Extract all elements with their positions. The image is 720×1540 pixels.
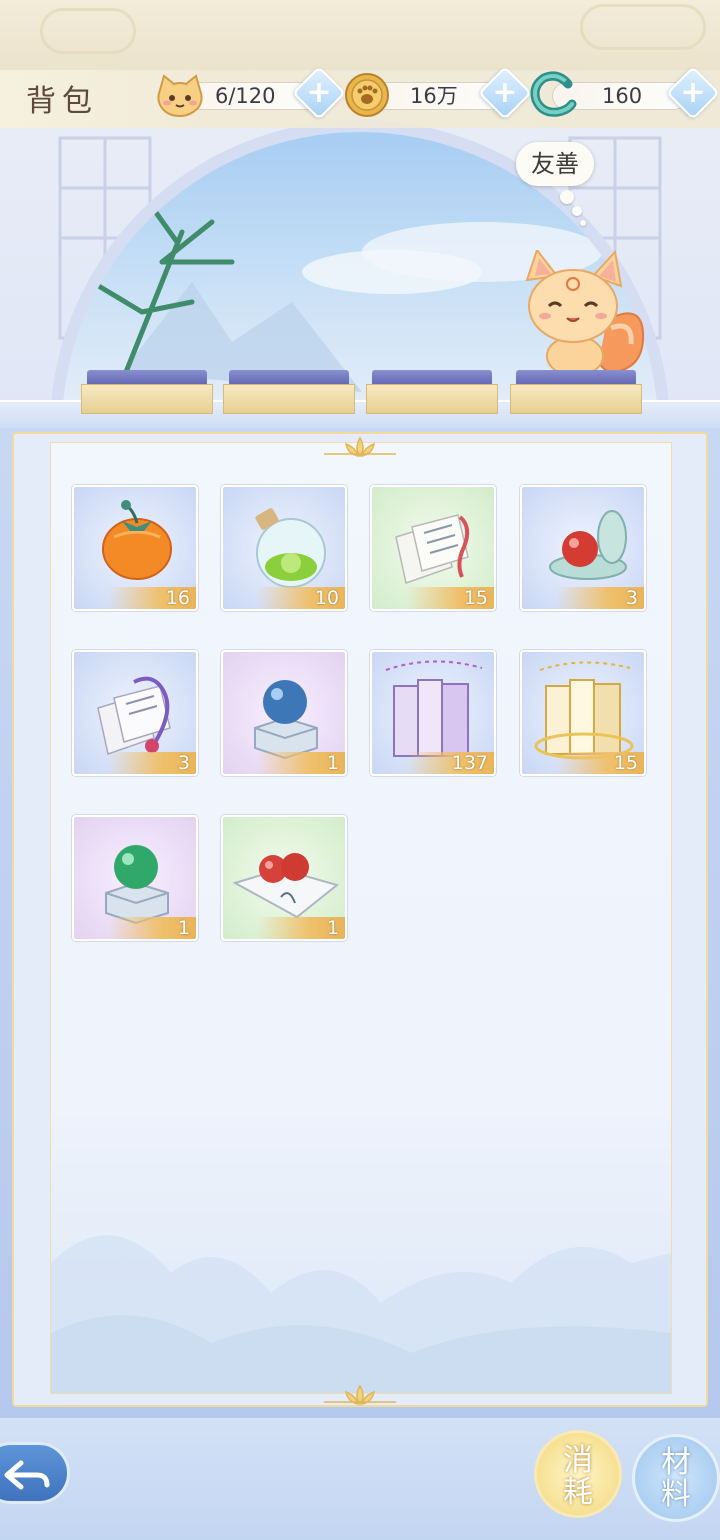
- inventory-slot[interactable]: 16: [72, 485, 198, 611]
- item-count: 137: [406, 752, 494, 774]
- inventory-slot[interactable]: 3: [520, 485, 646, 611]
- cat-face-icon: [157, 74, 203, 118]
- inventory-slot[interactable]: 10: [221, 485, 347, 611]
- fox-pet-character[interactable]: [515, 250, 655, 380]
- item-count: 16: [108, 587, 196, 609]
- tab-materials-label: 材 料: [661, 1445, 691, 1512]
- page-title: 背包: [26, 84, 98, 119]
- display-pedestal[interactable]: [223, 370, 355, 414]
- bubble-dot: [580, 220, 586, 226]
- item-count: 15: [556, 752, 644, 774]
- misty-mountains-decor: [51, 1235, 671, 1393]
- display-pedestal[interactable]: [366, 370, 498, 414]
- lotus-ornament: [324, 436, 396, 458]
- plus-icon: +: [492, 75, 518, 110]
- cloud-pattern: [40, 8, 136, 54]
- back-button[interactable]: [0, 1442, 70, 1504]
- coin-balance-value: 16万: [410, 84, 458, 108]
- paw-coin-icon: [345, 73, 389, 117]
- bubble-dot: [560, 190, 574, 204]
- item-count: 3: [556, 587, 644, 609]
- item-count: 1: [257, 752, 345, 774]
- item-count: 1: [257, 917, 345, 939]
- item-count: 15: [406, 587, 494, 609]
- display-pedestal[interactable]: [510, 370, 642, 414]
- slot-capacity-value: 6/120: [215, 84, 276, 108]
- inventory-slot[interactable]: 1: [72, 815, 198, 941]
- jade-balance-value: 160: [602, 84, 643, 108]
- inventory-slot[interactable]: 1: [221, 815, 347, 941]
- item-count: 3: [108, 752, 196, 774]
- back-arrow-icon: [4, 1460, 50, 1490]
- tab-consumables[interactable]: 消 耗: [534, 1430, 622, 1518]
- jade-dragon-icon: [530, 71, 577, 117]
- plus-icon: +: [306, 75, 332, 110]
- tab-materials[interactable]: 材 料: [632, 1434, 720, 1522]
- inventory-slot[interactable]: 3: [72, 650, 198, 776]
- display-pedestal[interactable]: [81, 370, 213, 414]
- inventory-slot[interactable]: 15: [520, 650, 646, 776]
- bubble-dot: [572, 206, 582, 216]
- cloud-pattern: [580, 4, 706, 50]
- inventory-slot[interactable]: 1: [221, 650, 347, 776]
- item-count: 1: [108, 917, 196, 939]
- inventory-slot[interactable]: 15: [370, 485, 496, 611]
- plus-icon: +: [680, 75, 706, 110]
- item-count: 10: [257, 587, 345, 609]
- inventory-slot[interactable]: 137: [370, 650, 496, 776]
- pet-mood-bubble: 友善: [516, 142, 594, 186]
- lotus-ornament: [324, 1384, 396, 1406]
- tab-consumables-label: 消 耗: [563, 1443, 593, 1510]
